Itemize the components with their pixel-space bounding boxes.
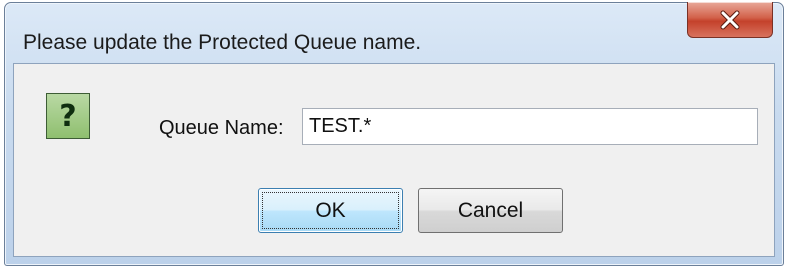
dialog-title: Please update the Protected Queue name.	[23, 31, 422, 54]
close-icon	[720, 10, 740, 29]
cancel-button-label: Cancel	[457, 198, 524, 222]
queue-name-input[interactable]	[302, 108, 758, 145]
dialog-content: ? Queue Name: OK Cancel	[13, 63, 775, 257]
question-icon: ?	[46, 93, 90, 139]
cancel-button[interactable]: Cancel	[418, 188, 563, 233]
title-bar[interactable]: Please update the Protected Queue name.	[5, 2, 783, 63]
question-icon-glyph: ?	[59, 98, 77, 134]
focus-rectangle	[262, 192, 399, 229]
ok-button[interactable]: OK	[258, 188, 403, 233]
queue-name-label: Queue Name:	[159, 117, 284, 139]
dialog-window: Please update the Protected Queue name. …	[4, 2, 784, 266]
close-button[interactable]	[687, 2, 773, 38]
